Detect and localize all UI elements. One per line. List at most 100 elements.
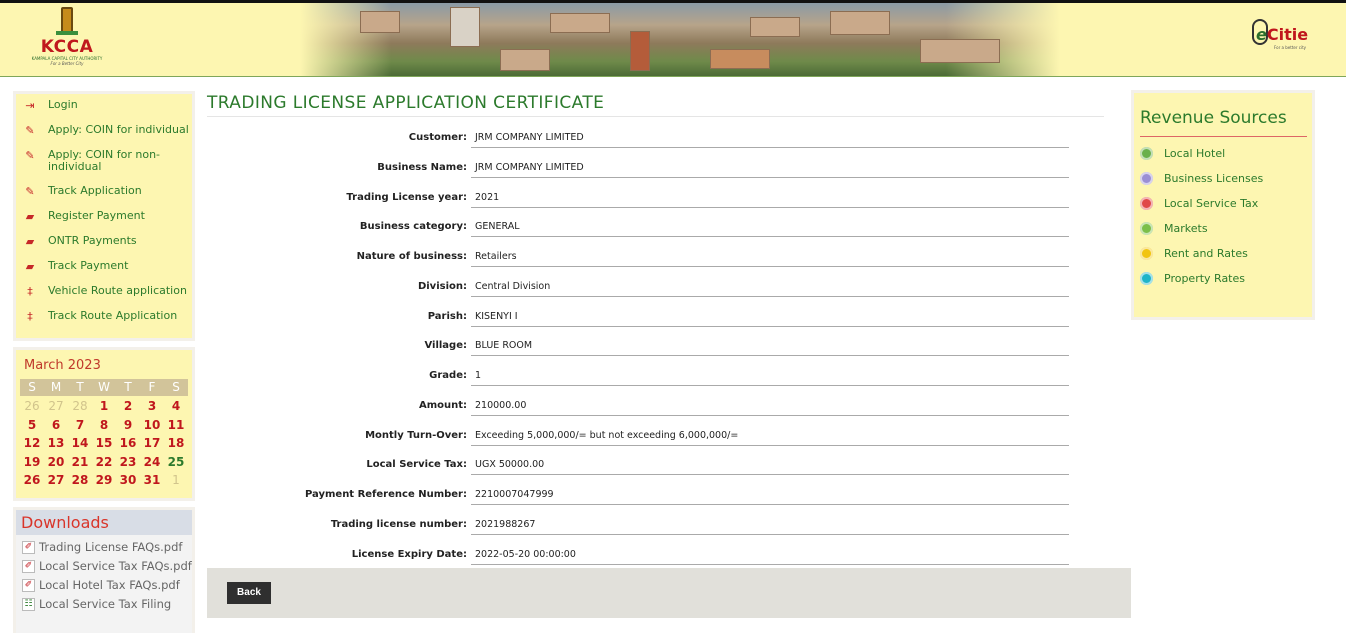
calendar-day[interactable]: 20 bbox=[44, 455, 68, 471]
field-label: Parish: bbox=[427, 310, 467, 322]
download-link[interactable]: ☷ Local Service Tax Filing bbox=[22, 596, 192, 613]
page-title: TRADING LICENSE APPLICATION CERTIFICATE bbox=[207, 90, 1104, 117]
calendar-month-title: March 2023 bbox=[24, 358, 101, 373]
revenue-sources-list: Local Hotel Business Licenses Local Serv… bbox=[1134, 137, 1312, 285]
field-row-license-number: Trading license number: 2021988267 bbox=[207, 513, 1131, 543]
field-row-business-category: Business category: GENERAL bbox=[207, 215, 1131, 245]
calendar-day[interactable]: 21 bbox=[68, 455, 92, 471]
field-label: Trading License year: bbox=[346, 191, 467, 203]
calendar-day[interactable]: 22 bbox=[92, 455, 116, 471]
tower-icon bbox=[56, 7, 78, 35]
nav-item-track-route-application[interactable]: ‡ Track Route Application bbox=[16, 310, 192, 324]
calendar-day[interactable]: 2 bbox=[116, 399, 140, 415]
field-row-business-name: Business Name: JRM COMPANY LIMITED bbox=[207, 156, 1131, 186]
field-label: Local Service Tax: bbox=[366, 459, 467, 471]
calendar-day[interactable]: 19 bbox=[20, 455, 44, 471]
calendar-day[interactable]: 23 bbox=[116, 455, 140, 471]
property-icon bbox=[1140, 272, 1153, 285]
tax-icon bbox=[1140, 197, 1153, 210]
page-header: KCCA KAMPALA CAPITAL CITY AUTHORITY For … bbox=[0, 0, 1346, 77]
field-label: Division: bbox=[417, 280, 467, 292]
revenue-item-local-hotel[interactable]: Local Hotel bbox=[1134, 147, 1312, 160]
revenue-item-business-licenses[interactable]: Business Licenses bbox=[1134, 172, 1312, 185]
calendar-day[interactable]: 6 bbox=[44, 418, 68, 434]
calendar-day[interactable]: 26 bbox=[20, 473, 44, 489]
calendar-day[interactable]: 1 bbox=[164, 473, 188, 489]
ecitie-logo[interactable]: eCitie For a better city bbox=[1250, 15, 1310, 55]
calendar-day[interactable]: 9 bbox=[116, 418, 140, 434]
revenue-item-local-service-tax[interactable]: Local Service Tax bbox=[1134, 197, 1312, 210]
edit-icon: ✎ bbox=[25, 149, 35, 162]
hotel-icon bbox=[1140, 147, 1153, 160]
nav-item-ontr-payments[interactable]: ▰ ONTR Payments bbox=[16, 235, 192, 249]
calendar-day[interactable]: 14 bbox=[68, 436, 92, 452]
car-icon: ▰ bbox=[25, 260, 35, 273]
weekday: T bbox=[76, 380, 84, 394]
field-value: Central Division bbox=[471, 275, 1069, 297]
nav-item-track-application[interactable]: ✎ Track Application bbox=[16, 185, 192, 199]
ecitie-text: Citie bbox=[1266, 25, 1309, 44]
field-value: 2021 bbox=[471, 186, 1069, 208]
calendar-day[interactable]: 31 bbox=[140, 473, 164, 489]
calendar-day[interactable]: 30 bbox=[116, 473, 140, 489]
download-link[interactable]: ✐ Local Hotel Tax FAQs.pdf bbox=[22, 577, 192, 594]
field-row-parish: Parish: KISENYI I bbox=[207, 305, 1131, 335]
calendar-day[interactable]: 26 bbox=[20, 399, 44, 415]
calendar-day-today[interactable]: 25 bbox=[164, 455, 188, 471]
field-value: Retailers bbox=[471, 245, 1069, 267]
calendar-day[interactable]: 17 bbox=[140, 436, 164, 452]
field-label: Customer: bbox=[408, 132, 467, 143]
nav-item-vehicle-route-application[interactable]: ‡ Vehicle Route application bbox=[16, 285, 192, 299]
calendar-day[interactable]: 28 bbox=[68, 399, 92, 415]
calendar-day[interactable]: 24 bbox=[140, 455, 164, 471]
calendar-day[interactable]: 5 bbox=[20, 418, 44, 434]
calendar-widget: March 2023 S M T W T F S 26 27 28 1 2 3 … bbox=[13, 347, 195, 501]
kcca-logo[interactable]: KCCA KAMPALA CAPITAL CITY AUTHORITY For … bbox=[30, 7, 104, 69]
calendar-day[interactable]: 8 bbox=[92, 418, 116, 434]
field-label: Village: bbox=[424, 340, 467, 352]
route-icon: ‡ bbox=[27, 285, 33, 298]
calendar-grid: 26 27 28 1 2 3 4 5 6 7 8 9 10 11 12 13 1… bbox=[20, 399, 188, 489]
calendar-day[interactable]: 11 bbox=[164, 418, 188, 434]
spreadsheet-icon: ☷ bbox=[22, 598, 35, 611]
field-value: 2021988267 bbox=[471, 513, 1069, 535]
nav-item-register-payment[interactable]: ▰ Register Payment bbox=[16, 210, 192, 224]
revenue-item-rent-and-rates[interactable]: Rent and Rates bbox=[1134, 247, 1312, 260]
field-value: 2022-05-20 00:00:00 bbox=[471, 543, 1069, 565]
calendar-day[interactable]: 28 bbox=[68, 473, 92, 489]
download-link[interactable]: ✐ Trading License FAQs.pdf bbox=[22, 539, 192, 556]
revenue-item-markets[interactable]: Markets bbox=[1134, 222, 1312, 235]
calendar-day[interactable]: 4 bbox=[164, 399, 188, 415]
calendar-day[interactable]: 3 bbox=[140, 399, 164, 415]
rent-icon bbox=[1140, 247, 1153, 260]
back-button[interactable]: Back bbox=[227, 582, 271, 604]
ecitie-tagline: For a better city bbox=[1274, 45, 1307, 50]
revenue-item-property-rates[interactable]: Property Rates bbox=[1134, 272, 1312, 285]
field-value: Exceeding 5,000,000/= but not exceeding … bbox=[471, 424, 1069, 446]
calendar-day[interactable]: 15 bbox=[92, 436, 116, 452]
nav-item-login[interactable]: ⇥ Login bbox=[16, 99, 192, 113]
logo-text: KCCA bbox=[40, 37, 94, 57]
calendar-day[interactable]: 16 bbox=[116, 436, 140, 452]
calendar-day[interactable]: 13 bbox=[44, 436, 68, 452]
download-link[interactable]: ✐ Local Service Tax FAQs.pdf bbox=[22, 558, 192, 575]
form-actions-bar: Back bbox=[207, 568, 1131, 618]
calendar-day[interactable]: 29 bbox=[92, 473, 116, 489]
calendar-day[interactable]: 1 bbox=[92, 399, 116, 415]
field-value: JRM COMPANY LIMITED bbox=[471, 126, 1069, 148]
nav-item-apply-coin-individual[interactable]: ✎ Apply: COIN for individual bbox=[16, 124, 192, 138]
calendar-day[interactable]: 10 bbox=[140, 418, 164, 434]
nav-item-track-payment[interactable]: ▰ Track Payment bbox=[16, 260, 192, 274]
calendar-day[interactable]: 18 bbox=[164, 436, 188, 452]
calendar-day[interactable]: 12 bbox=[20, 436, 44, 452]
calendar-day[interactable]: 27 bbox=[44, 399, 68, 415]
field-label: Nature of business: bbox=[356, 251, 467, 262]
ecitie-e: e bbox=[1256, 25, 1267, 44]
nav-item-apply-coin-non-individual[interactable]: ✎ Apply: COIN for non-individual bbox=[16, 149, 192, 173]
pdf-icon: ✐ bbox=[22, 579, 35, 592]
field-row-payment-reference: Payment Reference Number: 2210007047999 bbox=[207, 483, 1131, 513]
weekday: M bbox=[50, 380, 62, 394]
calendar-day[interactable]: 27 bbox=[44, 473, 68, 489]
calendar-day[interactable]: 7 bbox=[68, 418, 92, 434]
calendar-weekdays: S M T W T F S bbox=[20, 379, 188, 396]
